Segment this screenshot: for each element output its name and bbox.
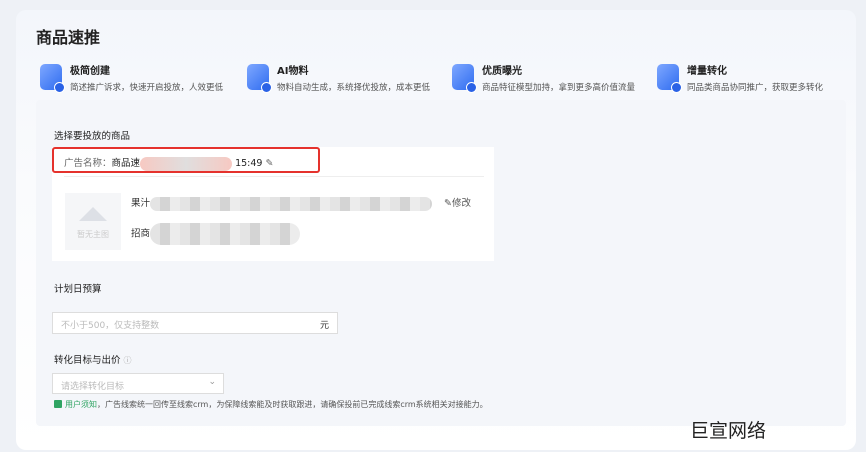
feature-desc: 同品类商品协同推广，获取更多转化	[687, 83, 824, 93]
notice-text: ，广告线索统一回传至线索crm，为保障线索能及时获取跟进，请确保投前已完成线索c…	[97, 400, 488, 409]
feature-title: 极简创建	[70, 66, 110, 77]
product-thumbnail: 暂无主图	[65, 193, 121, 250]
conversion-label: 转化目标与出价 ⓘ	[54, 352, 132, 366]
rocket-icon	[40, 64, 65, 93]
product-sub-text: 招商	[131, 228, 151, 240]
chart-icon	[657, 64, 682, 93]
watermark: 巨宣网络	[690, 420, 767, 442]
highlight-box	[52, 147, 320, 173]
feature-title: AI物料	[277, 66, 309, 77]
page-title: 商品速推	[36, 28, 101, 47]
feature-title: 增量转化	[687, 66, 727, 77]
budget-unit: 元	[319, 321, 329, 331]
edit-label: 修改	[451, 198, 471, 209]
product-title-text: 果汁	[131, 198, 151, 209]
product-section-label: 选择要投放的商品	[54, 131, 131, 142]
notice-icon	[54, 400, 62, 408]
edit-product-button[interactable]: ✎修改	[444, 195, 471, 209]
user-notice: 用户须知，广告线索统一回传至线索crm，为保障线索能及时获取跟进，请确保投前已完…	[54, 399, 488, 410]
feature-incremental-conversion: 增量转化同品类商品协同推广，获取更多转化	[657, 62, 823, 93]
daily-budget-input[interactable]: 不小于500，仅支持整数 元	[52, 312, 338, 334]
help-icon[interactable]: ⓘ	[124, 356, 132, 365]
budget-placeholder: 不小于500，仅支持整数	[61, 321, 160, 331]
pencil-icon: ✎	[444, 198, 452, 209]
feature-simple-create: 极简创建简述推广诉求，快速开启投放，人效更低	[40, 62, 223, 93]
conversion-target-select[interactable]: 请选择转化目标 ⌄	[52, 373, 224, 394]
budget-label: 计划日预算	[54, 284, 102, 295]
redacted-text	[150, 223, 301, 245]
select-placeholder: 请选择转化目标	[61, 382, 125, 392]
play-icon	[452, 64, 477, 93]
product-title: 果汁	[131, 195, 433, 211]
user-notice-link[interactable]: 用户须知	[65, 400, 97, 409]
conversion-label-text: 转化目标与出价	[54, 355, 121, 366]
product-subtitle: 招商	[131, 223, 301, 245]
feature-desc: 物料自动生成，系统择优投放，成本更低	[277, 83, 431, 93]
ai-icon	[247, 64, 272, 93]
feature-quality-exposure: 优质曝光商品特征模型加持，拿到更多高价值流量	[452, 62, 635, 93]
feature-desc: 简述推广诉求，快速开启投放，人效更低	[70, 83, 224, 93]
feature-desc: 商品特征模型加持，拿到更多高价值流量	[482, 83, 636, 93]
feature-ai-material: AI物料物料自动生成，系统择优投放，成本更低	[247, 62, 430, 93]
redacted-text	[150, 196, 433, 211]
divider	[64, 176, 484, 177]
feature-title: 优质曝光	[482, 66, 522, 77]
chevron-down-icon: ⌄	[208, 377, 216, 387]
